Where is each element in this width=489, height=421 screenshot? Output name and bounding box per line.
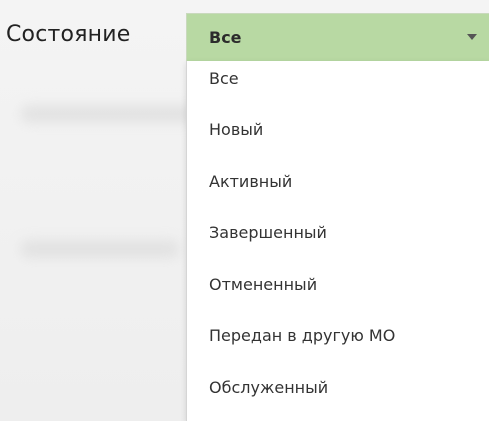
status-dropdown-list: Все Новый Активный Завершенный Отмененны… — [186, 61, 489, 421]
status-filter-label: Состояние — [6, 22, 131, 47]
blurred-background-row — [20, 105, 200, 123]
dropdown-option-cancelled[interactable]: Отмененный — [187, 259, 489, 311]
blurred-background-row — [20, 240, 180, 258]
chevron-down-icon[interactable] — [467, 34, 477, 40]
dropdown-option-new[interactable]: Новый — [187, 104, 489, 156]
dropdown-option-served[interactable]: Обслуженный — [187, 362, 489, 414]
dropdown-option-transferred[interactable]: Передан в другую МО — [187, 310, 489, 362]
status-select-value: Все — [209, 28, 242, 47]
dropdown-option-active[interactable]: Активный — [187, 156, 489, 208]
status-select[interactable]: Все — [186, 13, 489, 61]
dropdown-option-completed[interactable]: Завершенный — [187, 207, 489, 259]
dropdown-option-all[interactable]: Все — [187, 61, 489, 104]
